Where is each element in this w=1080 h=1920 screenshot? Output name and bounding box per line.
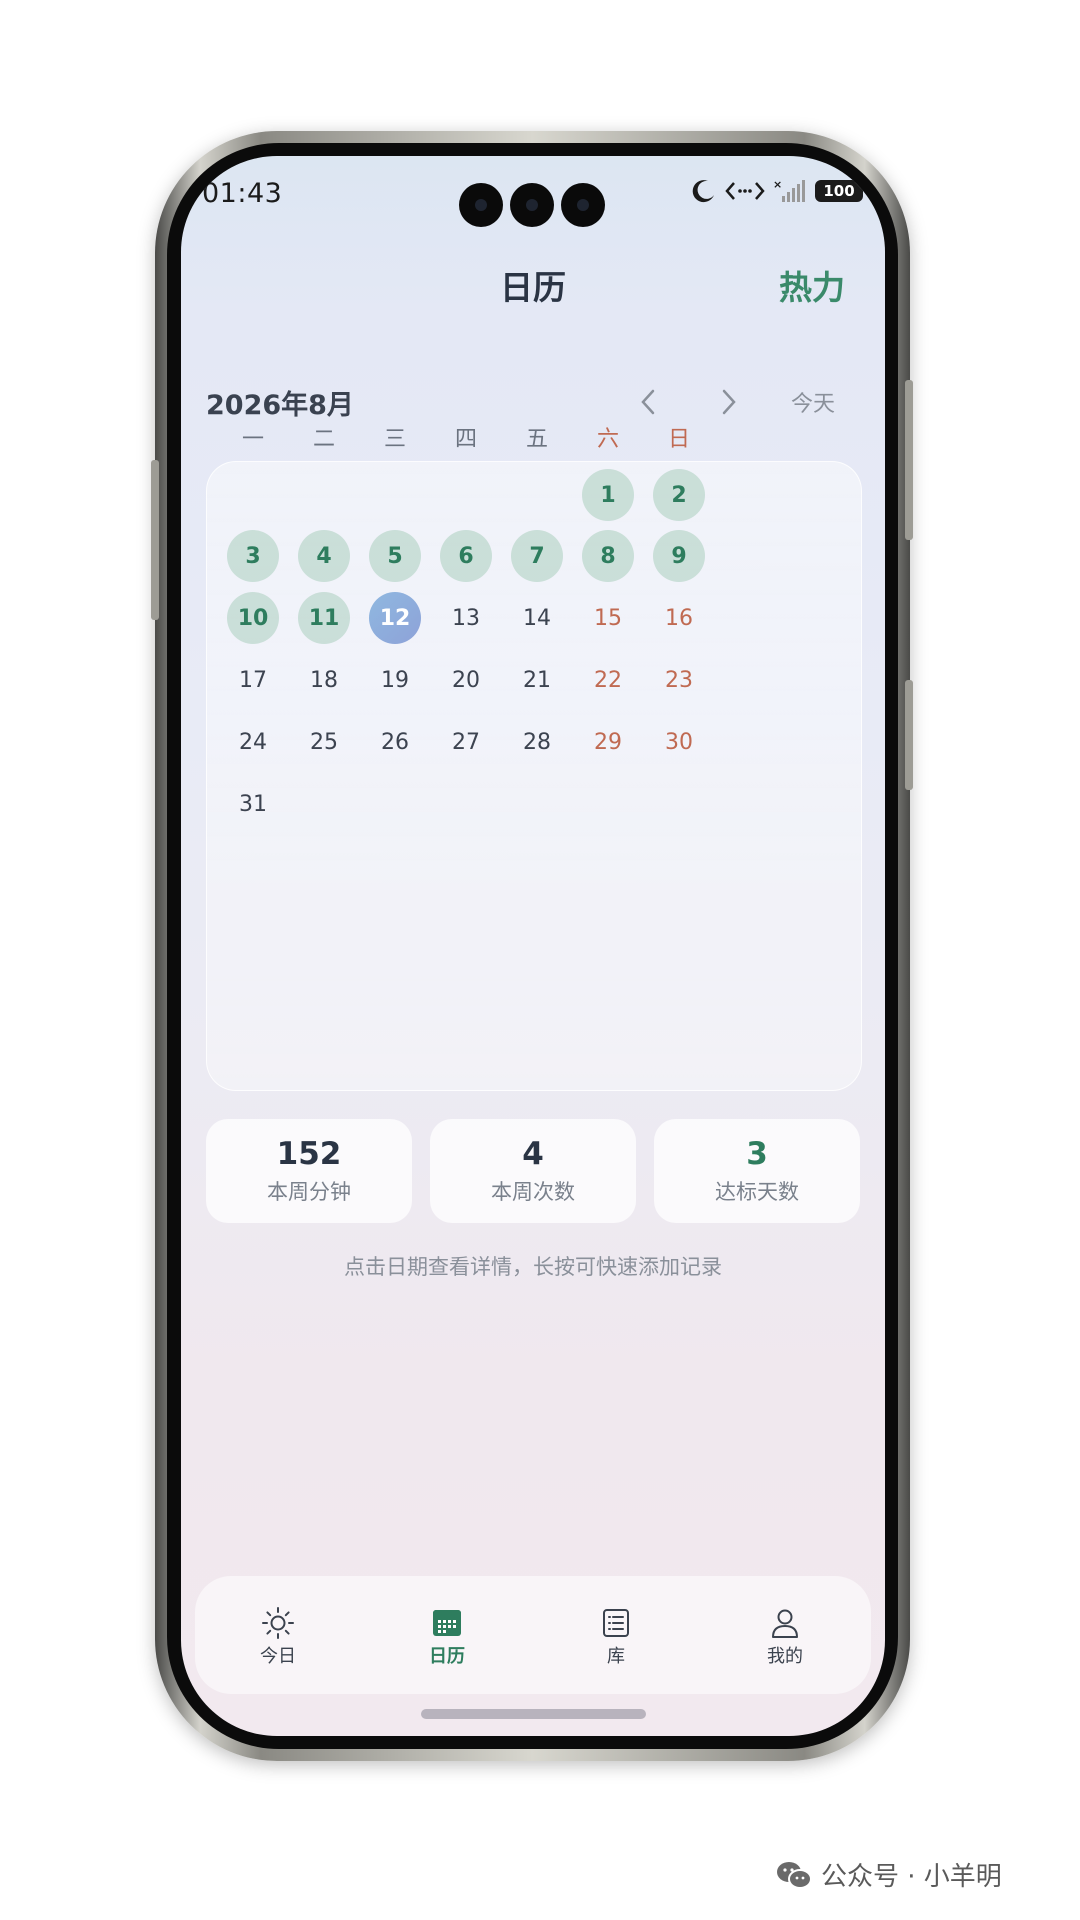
nav-label: 我的 <box>767 1646 803 1667</box>
calendar-day[interactable]: 12 <box>369 592 421 644</box>
stat-label: 本周分钟 <box>267 1180 351 1204</box>
wechat-icon <box>777 1861 812 1889</box>
calendar-day[interactable]: 3 <box>227 530 279 582</box>
calendar-day[interactable]: 19 <box>369 654 421 706</box>
calendar-day[interactable]: 2 <box>653 469 705 521</box>
calendar-day[interactable]: 31 <box>227 778 279 830</box>
calendar-day[interactable]: 4 <box>298 530 350 582</box>
stat-value: 152 <box>276 1136 342 1172</box>
side-button-left <box>151 460 159 620</box>
chevron-left-icon[interactable] <box>636 386 660 418</box>
calendar-day[interactable]: 8 <box>582 530 634 582</box>
calendar-day[interactable]: 5 <box>369 530 421 582</box>
svg-text:×: × <box>773 178 782 191</box>
volume-up-button <box>905 430 913 540</box>
stat-weekly-count: 4 本周次数 <box>430 1119 636 1223</box>
nav-item-today[interactable]: 今日 <box>233 1606 323 1668</box>
user-icon <box>772 1609 798 1638</box>
calendar-icon <box>433 1610 461 1636</box>
calendar-day[interactable]: 10 <box>227 592 279 644</box>
calendar-day[interactable]: 25 <box>298 716 350 768</box>
battery-icon: 100 <box>815 180 863 202</box>
calendar-day[interactable]: 20 <box>440 654 492 706</box>
hint-text: 点击日期查看详情，长按可快速添加记录 <box>344 1255 722 1279</box>
calendar-day[interactable]: 18 <box>298 654 350 706</box>
calendar-day[interactable]: 6 <box>440 530 492 582</box>
camera-right <box>561 183 605 227</box>
calendar-day[interactable]: 16 <box>653 592 705 644</box>
weekday-label: 五 <box>525 427 548 452</box>
weekday-label: 一 <box>241 427 264 452</box>
weekday-label: 日 <box>667 427 690 452</box>
calendar-day[interactable]: 9 <box>653 530 705 582</box>
calendar-day[interactable]: 17 <box>227 654 279 706</box>
nav-label: 今日 <box>260 1646 296 1667</box>
moon-icon <box>692 180 714 203</box>
camera-left <box>459 183 503 227</box>
calendar-day[interactable]: 30 <box>653 716 705 768</box>
calendar-day[interactable]: 21 <box>511 654 563 706</box>
heat-map-button[interactable]: 热力 <box>779 261 845 309</box>
home-indicator[interactable] <box>421 1709 646 1719</box>
calendar-day[interactable]: 23 <box>653 654 705 706</box>
calendar-day[interactable]: 28 <box>511 716 563 768</box>
stat-label: 本周次数 <box>491 1180 575 1204</box>
calendar-day[interactable]: 24 <box>227 716 279 768</box>
nav-item-library[interactable]: 库 <box>571 1606 661 1668</box>
nav-item-profile[interactable]: 我的 <box>740 1606 830 1668</box>
stat-label: 达标天数 <box>715 1180 799 1204</box>
calendar-day[interactable]: 29 <box>582 716 634 768</box>
nav-item-calendar[interactable]: 日历 <box>402 1606 492 1668</box>
stat-goal-days: 3 达标天数 <box>654 1119 860 1223</box>
calendar-day[interactable]: 27 <box>440 716 492 768</box>
weekday-label: 二 <box>312 427 335 452</box>
calendar-day[interactable]: 11 <box>298 592 350 644</box>
status-icons: × 100 <box>691 178 863 204</box>
today-button[interactable]: 今天 <box>791 386 835 418</box>
nav-label: 库 <box>607 1646 625 1667</box>
nav-label: 日历 <box>429 1646 465 1667</box>
stat-value: 3 <box>746 1136 768 1172</box>
signal-icon: × <box>773 178 805 202</box>
calendar-day[interactable]: 14 <box>511 592 563 644</box>
weekday-label: 四 <box>454 427 477 452</box>
weekday-label: 六 <box>596 427 619 452</box>
calendar-day[interactable]: 1 <box>582 469 634 521</box>
calendar-day[interactable]: 22 <box>582 654 634 706</box>
watermark-text: 公众号 · 小羊明 <box>821 1862 1002 1892</box>
camera-center <box>510 183 554 227</box>
screen: 01:43 × 100 日历 热力 2026年8月 今天 一 二 三 四 五 六… <box>181 156 885 1736</box>
calendar-day[interactable]: 15 <box>582 592 634 644</box>
chevron-right-icon[interactable] <box>717 386 741 418</box>
stat-weekly-minutes: 152 本周分钟 <box>206 1119 412 1223</box>
sun-icon <box>262 1607 294 1639</box>
calendar-day[interactable]: 7 <box>511 530 563 582</box>
calendar-day[interactable]: 13 <box>440 592 492 644</box>
weekday-label: 三 <box>383 427 406 452</box>
month-label: 2026年8月 <box>206 390 354 421</box>
network-icon <box>725 182 765 200</box>
calendar-day[interactable]: 26 <box>369 716 421 768</box>
watermark: 公众号 · 小羊明 <box>775 1856 1002 1893</box>
status-time: 01:43 <box>202 178 283 209</box>
stat-value: 4 <box>522 1136 544 1172</box>
volume-down-button <box>905 680 913 790</box>
list-icon <box>603 1609 629 1637</box>
